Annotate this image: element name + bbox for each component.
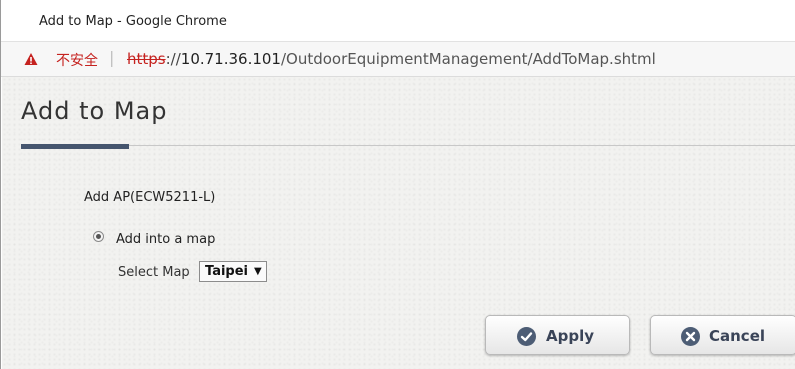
select-map-label: Select Map: [118, 265, 190, 280]
url-scheme-separator: ://: [165, 50, 181, 68]
title-bar: Add to Map - Google Chrome: [1, 0, 795, 41]
url-path: /OutdoorEquipmentManagement/AddToMap.sht…: [280, 50, 656, 68]
url-text[interactable]: https://10.71.36.101/OutdoorEquipmentMan…: [127, 50, 656, 68]
x-circle-icon: [681, 327, 700, 346]
select-map-dropdown[interactable]: Taipei ▼: [199, 261, 267, 282]
check-circle-icon: [517, 327, 536, 346]
window-title: Add to Map - Google Chrome: [39, 14, 227, 29]
page-title: Add to Map: [21, 97, 168, 125]
apply-button[interactable]: Apply: [485, 315, 630, 355]
dropdown-arrow-icon: ▼: [254, 266, 262, 277]
cancel-button-label: Cancel: [709, 327, 766, 345]
address-separator: |: [109, 48, 115, 67]
warning-triangle-icon[interactable]: [24, 51, 38, 65]
url-scheme: https: [127, 50, 166, 68]
url-host: 10.71.36.101: [180, 50, 281, 68]
security-status-label[interactable]: 不安全: [56, 50, 98, 70]
ap-title: Add AP(ECW5211-L): [84, 190, 216, 205]
browser-window: Add to Map - Google Chrome 不安全 | https:/…: [0, 0, 795, 369]
title-divider: [21, 145, 795, 146]
page-content: Add to Map Add AP(ECW5211-L) Add into a …: [2, 77, 795, 369]
title-divider-accent: [21, 144, 129, 149]
add-into-map-label[interactable]: Add into a map: [116, 232, 215, 247]
add-into-map-radio[interactable]: [93, 231, 104, 242]
select-map-value: Taipei: [205, 264, 248, 279]
address-bar[interactable]: 不安全 | https://10.71.36.101/OutdoorEquipm…: [1, 41, 795, 77]
apply-button-label: Apply: [546, 327, 595, 345]
cancel-button[interactable]: Cancel: [650, 315, 795, 355]
